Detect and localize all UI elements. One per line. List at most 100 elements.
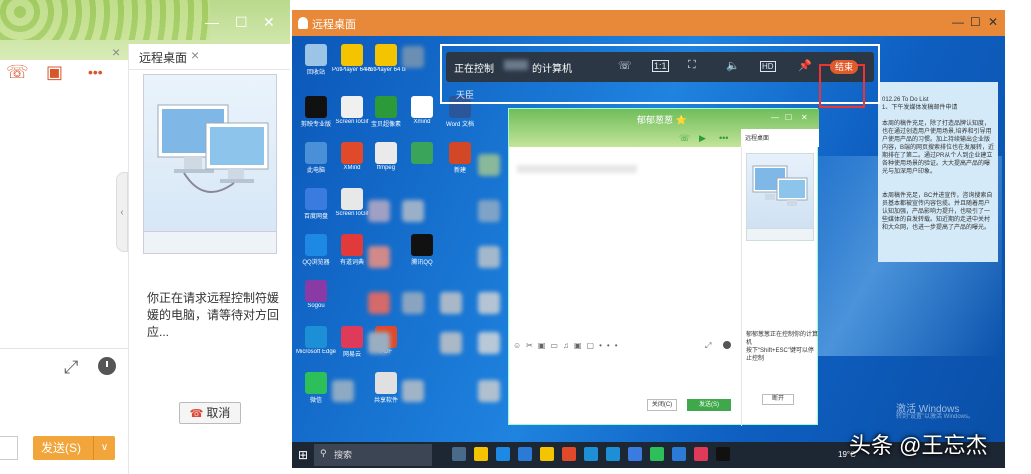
remote-control-toolbar: 正在控制 的计算机 ☏ 1:1 ⛶ 🔈 HD 📌	[446, 52, 874, 82]
start-windows-icon[interactable]: ⊞	[298, 448, 308, 462]
desktop-app-icon	[341, 44, 363, 66]
blurred-icon	[478, 246, 500, 268]
taskbar-app-icon[interactable]	[650, 447, 664, 461]
desktop-icon[interactable]: Microsoft Edge	[296, 326, 336, 355]
desktop-icon[interactable]: 宝贝超像素	[366, 96, 406, 128]
taskbar-app-icon[interactable]	[518, 447, 532, 461]
voice-call-icon[interactable]: ☏	[618, 59, 632, 72]
desktop-icon[interactable]: ScreenToGif	[332, 188, 372, 217]
panel-collapse-handle[interactable]: ‹	[116, 172, 128, 252]
remote-maximize-button[interactable]: ☐	[970, 15, 981, 29]
phone-icon[interactable]: ☏	[6, 62, 29, 83]
taskbar-app-icon[interactable]	[672, 447, 686, 461]
input-divider	[0, 348, 128, 349]
video-icon[interactable]: ▣	[46, 62, 63, 83]
desktop-icon-label: 回收站	[306, 70, 325, 76]
history-clock-icon[interactable]	[98, 357, 116, 375]
inner-remote-panel: 郁郁葱葱正在控制你的计算机 按下“Shift+ESC”键可以停止控制 断开	[741, 147, 819, 426]
inner-tab-remote-desktop[interactable]: 远程桌面	[741, 129, 819, 147]
cancel-button[interactable]: ☎ 取消	[179, 402, 241, 424]
inner-more-icon[interactable]: •••	[719, 133, 728, 143]
inner-minimize-button[interactable]: —	[771, 113, 779, 122]
expand-icon[interactable]: ⤢	[64, 357, 78, 378]
blurred-icon	[368, 200, 390, 222]
inner-history-icon[interactable]	[723, 341, 731, 349]
minimize-button[interactable]: —	[205, 14, 219, 30]
desktop-icon-label: ffmpeg	[376, 165, 396, 171]
actual-size-button[interactable]: 1:1	[652, 60, 669, 72]
taskbar-app-icon[interactable]	[584, 447, 598, 461]
desktop-app-icon	[305, 142, 327, 164]
desktop-app-icon	[411, 234, 433, 256]
inner-send-button[interactable]: 发送(S)	[687, 399, 731, 411]
inner-contact-name: 郁郁葱葱 ⭐	[637, 115, 687, 125]
header-leaf-decoration	[0, 0, 210, 40]
fullscreen-icon[interactable]: ⛶	[688, 59, 696, 72]
remote-minimize-button[interactable]: —	[952, 15, 964, 29]
desktop-icon[interactable]: 微信	[296, 372, 336, 404]
inner-close-chat-button[interactable]: 关闭(C)	[647, 399, 677, 411]
desktop-icon[interactable]: 新建	[440, 142, 480, 174]
pin-icon[interactable]: 📌	[798, 59, 812, 72]
blurred-icon	[478, 380, 500, 402]
inner-expand-icon[interactable]: ⤢	[705, 341, 711, 351]
desktop-icon-label: Microsoft Edge	[296, 349, 336, 355]
message-input[interactable]	[0, 436, 18, 460]
desktop-icon[interactable]: 共享软件	[366, 372, 406, 404]
remote-close-button[interactable]: ✕	[988, 15, 998, 29]
desktop-icon[interactable]: 腾讯QQ	[402, 234, 442, 266]
send-button[interactable]: 发送(S) ∨	[33, 436, 115, 460]
inner-maximize-button[interactable]: ☐	[785, 113, 792, 122]
desktop-app-icon	[305, 234, 327, 256]
sticky-note[interactable]: 012.26 To Do List 1、下午发媒体发稿邮件申请 本周的稿件充足，…	[878, 82, 998, 262]
taskbar-app-icon[interactable]	[562, 447, 576, 461]
blurred-icon	[368, 332, 390, 354]
tab-close-icon[interactable]: ×	[191, 47, 199, 63]
tab-remote-desktop[interactable]: 远程桌面 ×	[128, 44, 290, 70]
inner-close-button[interactable]: ✕	[801, 113, 808, 122]
side-close-icon[interactable]: ×	[112, 44, 120, 60]
desktop-app-icon	[305, 44, 327, 66]
hd-button[interactable]: HD	[760, 61, 776, 72]
send-options-chevron-icon[interactable]: ∨	[93, 436, 115, 460]
taskbar-app-icon[interactable]	[716, 447, 730, 461]
more-icon[interactable]: •••	[88, 64, 103, 80]
taskbar-app-icon[interactable]	[540, 447, 554, 461]
blurred-icon	[440, 332, 462, 354]
close-button[interactable]: ✕	[263, 14, 275, 31]
blurred-icon	[478, 292, 500, 314]
inner-phone-icon[interactable]: ☏	[679, 133, 690, 144]
desktop-app-icon	[411, 96, 433, 118]
desktop-icon[interactable]: 此电脑	[296, 142, 336, 174]
taskbar-search-box[interactable]: ⚲ 搜索	[314, 444, 432, 466]
desktop-icon[interactable]: Sogou	[296, 280, 336, 309]
taskbar-app-icon[interactable]	[606, 447, 620, 461]
desktop-icon[interactable]: 有道词典	[332, 234, 372, 266]
taskbar-app-icon[interactable]	[628, 447, 642, 461]
desktop-icon[interactable]: 百度网盘	[296, 188, 336, 220]
desktop-icon[interactable]	[402, 142, 442, 165]
send-label: 发送(S)	[41, 441, 81, 455]
taskbar-app-icon[interactable]	[452, 447, 466, 461]
note-title: 012.26 To Do List	[882, 97, 929, 103]
blurred-icon	[440, 292, 462, 314]
taskbar-app-icon[interactable]	[474, 447, 488, 461]
sound-icon[interactable]: 🔈	[726, 59, 740, 72]
desktop-icon[interactable]: QQ浏览器	[296, 234, 336, 266]
desktop-app-icon	[305, 280, 327, 302]
taskbar-app-icon[interactable]	[496, 447, 510, 461]
blurred-icon	[402, 292, 424, 314]
inner-video-icon[interactable]: ▶	[699, 133, 706, 144]
remote-request-panel: 你正在请求远程控制符媛媛的电脑，请等待对方回应... ☎ 取消	[128, 70, 290, 474]
desktop-icon[interactable]: 剪映专业版	[296, 96, 336, 128]
end-session-button[interactable]: 结束	[830, 60, 858, 74]
desktop-icon-label: QQ浏览器	[302, 260, 330, 266]
maximize-button[interactable]: ☐	[235, 14, 248, 31]
desktop-icon[interactable]: PotPlayer 64 bit	[366, 44, 406, 73]
desktop-icon[interactable]: 回收站	[296, 44, 336, 76]
disconnect-button[interactable]: 断开	[762, 394, 794, 405]
desktop-icon[interactable]: ffmpeg	[366, 142, 406, 171]
taskbar-app-icon[interactable]	[694, 447, 708, 461]
desktop-icon[interactable]: Xmind	[402, 96, 442, 125]
blurred-icon	[402, 200, 424, 222]
